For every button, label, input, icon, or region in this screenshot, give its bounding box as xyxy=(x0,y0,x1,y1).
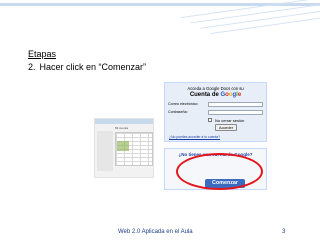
forgot-account-link[interactable]: ¿No puedes acceder a tu cuenta? xyxy=(169,135,220,139)
email-label: Correo electrónico: xyxy=(168,102,199,106)
signin-panel: Acceda a Google Docs con su Cuenta de Go… xyxy=(164,82,267,142)
email-field[interactable] xyxy=(208,102,263,107)
password-field[interactable] xyxy=(208,110,263,115)
remember-checkbox[interactable] xyxy=(208,118,212,122)
step-text: Hacer click en “Comenzar” xyxy=(39,62,147,72)
slide-footer: Web 2.0 Aplicada en el Aula xyxy=(118,229,193,235)
docs-thumbnail-sidebar xyxy=(97,131,113,171)
remember-label: No cerrar sesión xyxy=(215,117,245,123)
password-label: Contraseña: xyxy=(168,110,188,114)
docs-thumbnail-highlight xyxy=(117,141,129,151)
highlight-ring xyxy=(176,153,263,190)
docs-thumbnail-tab: Mi cuenta xyxy=(115,126,129,130)
signin-access-text: Acceda a Google Docs con su xyxy=(187,86,244,91)
step-number: 2. xyxy=(28,62,36,72)
docs-thumbnail-toolbar xyxy=(95,119,153,124)
page-number: 3 xyxy=(282,229,286,235)
account-prefix: Cuenta de xyxy=(189,92,221,98)
top-decoration-lines xyxy=(180,0,320,40)
docs-thumbnail: Mi cuenta xyxy=(94,118,154,178)
signin-button[interactable]: Acceder xyxy=(215,124,237,131)
google-docs-screenshot: Mi cuenta Acceda a Google Docs con su Cu… xyxy=(94,78,269,206)
signin-account-title: Cuenta de Google xyxy=(165,92,266,98)
google-logo: Google xyxy=(220,92,242,98)
step-item: 2. Hacer click en “Comenzar” xyxy=(28,62,146,72)
slide-heading: Etapas xyxy=(28,49,57,59)
